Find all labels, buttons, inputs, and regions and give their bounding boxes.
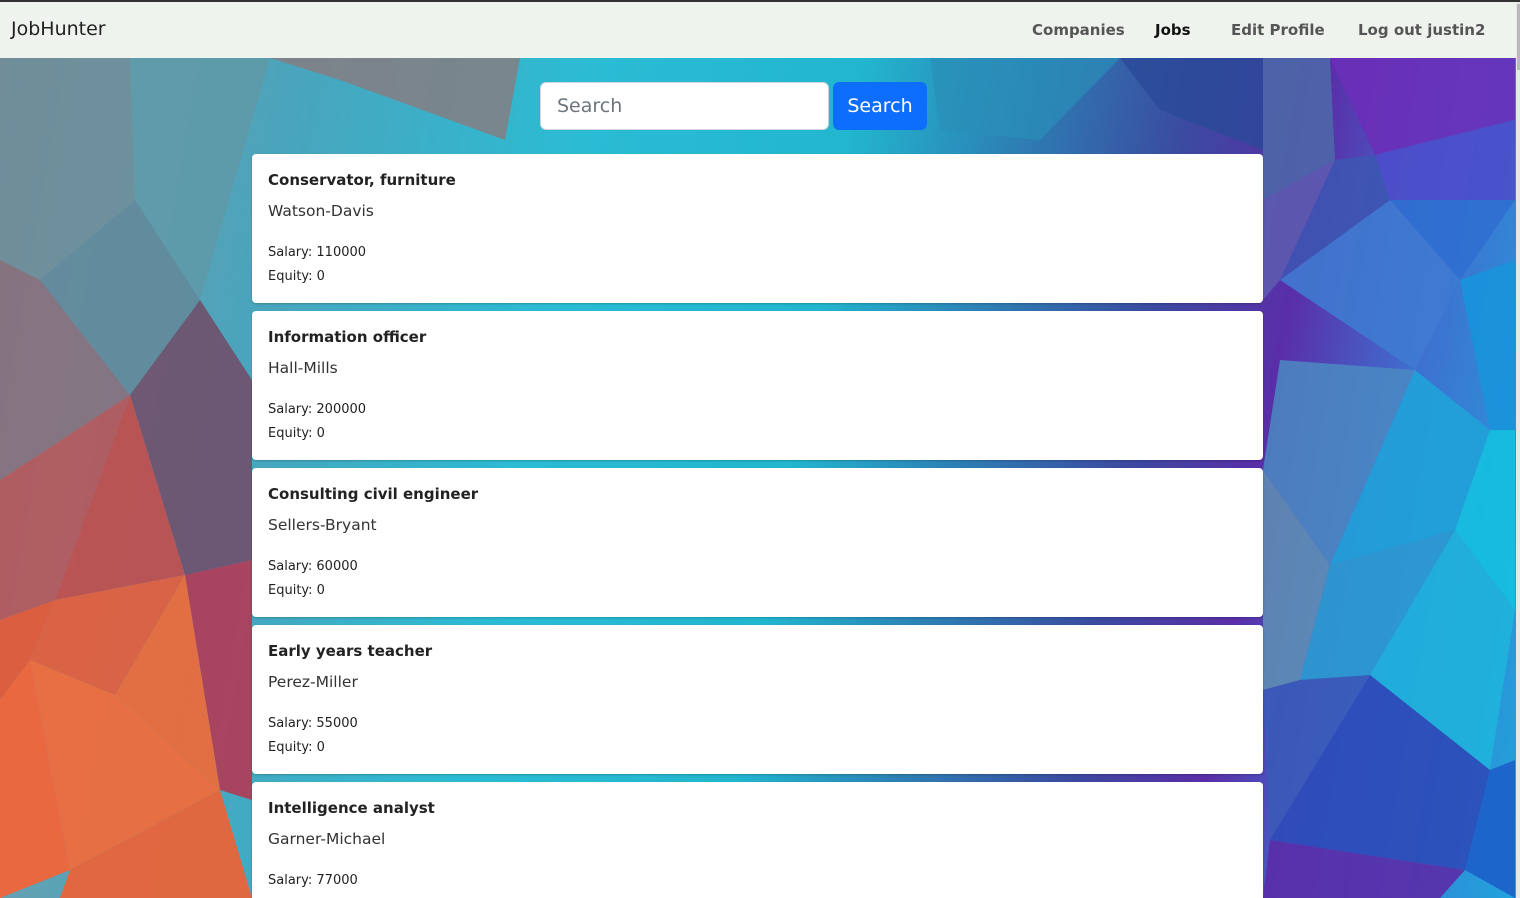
job-card[interactable]: Consulting civil engineer Sellers-Bryant… — [252, 468, 1263, 617]
nav-jobs-link[interactable]: Jobs — [1155, 21, 1191, 39]
job-company: Watson-Davis — [268, 202, 374, 220]
job-equity: Equity: 0 — [268, 583, 325, 598]
navbar: JobHunter Companies Jobs Edit Profile Lo… — [0, 2, 1520, 58]
job-salary: Salary: 110000 — [268, 245, 367, 260]
job-title: Consulting civil engineer — [268, 485, 479, 503]
job-card[interactable]: Information officer Hall-Mills Salary: 2… — [252, 311, 1263, 460]
job-company: Garner-Michael — [268, 830, 386, 848]
job-title: Information officer — [268, 328, 427, 346]
job-salary: Salary: 55000 — [268, 716, 358, 731]
job-company: Sellers-Bryant — [268, 516, 377, 534]
job-equity: Equity: 0 — [268, 426, 325, 441]
job-card[interactable]: Conservator, furniture Watson-Davis Sala… — [252, 154, 1263, 303]
nav-companies-link[interactable]: Companies — [1032, 21, 1125, 39]
search-input[interactable] — [540, 82, 829, 130]
job-company: Perez-Miller — [268, 673, 358, 691]
job-equity: Equity: 0 — [268, 740, 325, 755]
search-button[interactable]: Search — [833, 82, 927, 130]
job-equity: Equity: 0 — [268, 269, 325, 284]
job-salary: Salary: 60000 — [268, 559, 358, 574]
job-title: Early years teacher — [268, 642, 433, 660]
nav-edit-profile-link[interactable]: Edit Profile — [1231, 21, 1325, 39]
job-company: Hall-Mills — [268, 359, 338, 377]
scrollbar-track[interactable] — [1516, 2, 1520, 898]
job-title: Intelligence analyst — [268, 799, 435, 817]
job-card[interactable]: Intelligence analyst Garner-Michael Sala… — [252, 782, 1263, 898]
job-salary: Salary: 200000 — [268, 402, 367, 417]
job-card[interactable]: Early years teacher Perez-Miller Salary:… — [252, 625, 1263, 774]
job-title: Conservator, furniture — [268, 171, 456, 189]
window-top-border — [0, 0, 1520, 2]
nav-logout-link[interactable]: Log out justin2 — [1358, 21, 1485, 39]
job-salary: Salary: 77000 — [268, 873, 358, 888]
brand-logo-link[interactable]: JobHunter — [11, 18, 106, 40]
job-list: Conservator, furniture Watson-Davis Sala… — [252, 154, 1263, 898]
